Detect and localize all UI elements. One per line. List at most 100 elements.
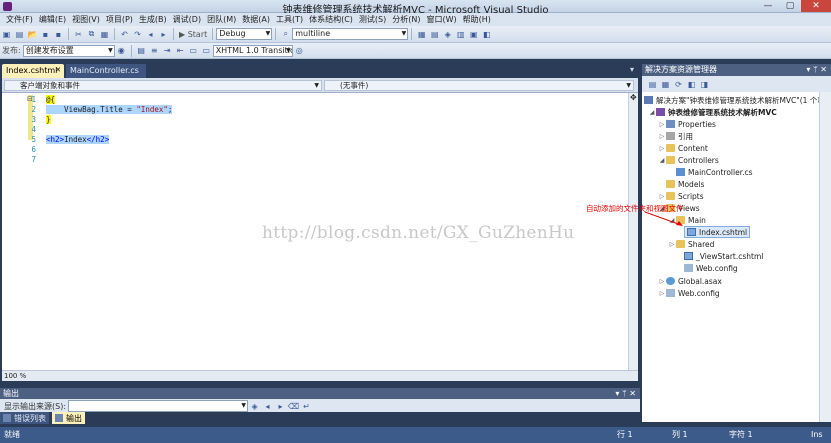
tree-node-references[interactable]: ▷ 引用	[658, 130, 693, 142]
menu-test[interactable]: 测试(S)	[356, 14, 389, 25]
expand-arrow-icon[interactable]: ▷	[658, 290, 666, 297]
extension-manager-icon[interactable]: ◧	[481, 29, 492, 40]
tree-node-index-cshtml[interactable]: Index.cshtml	[684, 226, 751, 238]
find-message-icon[interactable]: ◈	[249, 401, 260, 412]
tree-node-content[interactable]: ▷ Content	[658, 142, 708, 154]
paste-icon[interactable]: ▦	[99, 29, 110, 40]
tab-index-cshtml[interactable]: Index.cshtml ✕	[2, 64, 64, 78]
tree-node-global-asax[interactable]: ▷ Global.asax	[658, 275, 722, 287]
menu-data[interactable]: 数据(A)	[239, 14, 273, 25]
tree-node-webconfig[interactable]: ▷ Web.config	[658, 287, 720, 299]
menu-architecture[interactable]: 体系结构(C)	[306, 14, 356, 25]
menu-view[interactable]: 视图(V)	[69, 14, 103, 25]
toolbox-icon[interactable]: ▥	[455, 29, 466, 40]
tree-node-project[interactable]: ◢ 钟表维修管理系统技术解析MVC	[648, 106, 777, 118]
tab-error-list[interactable]: 错误列表	[0, 412, 49, 424]
menu-team[interactable]: 团队(M)	[204, 14, 239, 25]
editor-vertical-scrollbar[interactable]: ✥	[628, 93, 638, 370]
maximize-button[interactable]: ▢	[779, 0, 801, 12]
events-combo[interactable]: (无事件) ▼	[324, 80, 634, 91]
outdent-icon[interactable]: ⇤	[175, 45, 186, 56]
menu-build[interactable]: 生成(B)	[136, 14, 170, 25]
expand-arrow-icon[interactable]: ▷	[658, 133, 666, 140]
view-class-diagram-icon[interactable]: ◨	[699, 79, 710, 90]
tree-node-scripts[interactable]: ▷ Scripts	[658, 190, 704, 202]
editor-horizontal-scrollbar[interactable]: 100 %	[2, 370, 638, 381]
tree-node-shared[interactable]: ▷ Shared	[668, 238, 715, 250]
navigate-forward-icon[interactable]: ▸	[158, 29, 169, 40]
word-wrap-icon[interactable]: ↵	[301, 401, 312, 412]
previous-message-icon[interactable]: ◂	[262, 401, 273, 412]
clear-all-icon[interactable]: ⌫	[288, 401, 299, 412]
comment-icon[interactable]: ▭	[188, 45, 199, 56]
navigate-back-icon[interactable]: ◂	[145, 29, 156, 40]
object-browser-icon[interactable]: ◈	[442, 29, 453, 40]
refresh-icon[interactable]: ⟳	[673, 79, 684, 90]
close-button[interactable]: ✕	[801, 0, 831, 12]
expand-arrow-icon[interactable]: ▷	[658, 193, 666, 200]
tree-node-views-webconfig[interactable]: Web.config	[684, 262, 738, 274]
configuration-combo[interactable]: Debug ▼	[216, 28, 273, 40]
copy-icon[interactable]: ⧉	[86, 29, 97, 40]
client-objects-combo[interactable]: 客户端对象和事件 ▼	[4, 80, 322, 91]
panel-controls-icon[interactable]: ▾ ᛘ ✕	[615, 388, 636, 399]
undo-icon[interactable]: ↶	[119, 29, 130, 40]
menu-debug[interactable]: 调试(D)	[170, 14, 204, 25]
redo-icon[interactable]: ↷	[132, 29, 143, 40]
start-button[interactable]: ▶ Start	[179, 30, 207, 39]
expand-arrow-icon[interactable]: ▷	[658, 278, 666, 285]
split-icon[interactable]: ✥	[630, 93, 637, 102]
publish-web-icon[interactable]: ◉	[116, 45, 127, 56]
zoom-level[interactable]: 100 %	[4, 371, 26, 381]
properties-icon[interactable]: ▤	[647, 79, 658, 90]
open-file-icon[interactable]: 📂	[27, 29, 38, 40]
menu-help[interactable]: 帮助(H)	[460, 14, 494, 25]
tab-maincontroller-cs[interactable]: MainController.cs	[66, 64, 146, 78]
menu-project[interactable]: 项目(P)	[103, 14, 136, 25]
menu-file[interactable]: 文件(F)	[3, 14, 36, 25]
solution-explorer-scrollbar[interactable]	[819, 92, 831, 422]
view-designer-icon[interactable]: ◧	[686, 79, 697, 90]
minimize-button[interactable]: —	[757, 0, 779, 12]
format-icon[interactable]: ▤	[136, 45, 147, 56]
collapse-arrow-icon[interactable]: ◢	[658, 157, 666, 164]
cut-icon[interactable]: ✂	[73, 29, 84, 40]
tree-node-controllers[interactable]: ◢ Controllers	[658, 154, 719, 166]
show-all-files-icon[interactable]: ▦	[660, 79, 671, 90]
start-page-icon[interactable]: ▣	[468, 29, 479, 40]
find-in-files-icon[interactable]: ⌕	[280, 29, 291, 40]
menu-window[interactable]: 窗口(W)	[423, 14, 459, 25]
new-project-icon[interactable]: ▣	[1, 29, 12, 40]
doctype-combo[interactable]: XHTML 1.0 Transitic ▼	[212, 44, 293, 57]
save-all-icon[interactable]: ▪	[53, 29, 64, 40]
menu-edit[interactable]: 编辑(E)	[36, 14, 69, 25]
uncomment-icon[interactable]: ▭	[201, 45, 212, 56]
next-message-icon[interactable]: ▸	[275, 401, 286, 412]
panel-controls-icon[interactable]: ▾ ᛘ ✕	[806, 64, 827, 76]
properties-window-icon[interactable]: ▤	[429, 29, 440, 40]
check-accessibility-icon[interactable]: ◎	[294, 45, 305, 56]
solution-tree[interactable]: 解决方案"钟表维修管理系统技术解析MVC"(1 个项目) ◢ 钟表维修管理系统技术…	[642, 92, 819, 422]
tree-node-viewstart[interactable]: _ViewStart.cshtml	[684, 250, 763, 262]
tab-overflow-icon[interactable]: ▾	[630, 65, 634, 74]
solution-explorer-icon[interactable]: ▦	[416, 29, 427, 40]
close-icon[interactable]: ✕	[55, 66, 61, 74]
find-combo[interactable]: multiline ▼	[292, 28, 409, 40]
tree-node-properties[interactable]: ▷ Properties	[658, 118, 716, 130]
tree-node-maincontroller[interactable]: MainController.cs	[676, 166, 753, 178]
indent-icon[interactable]: ⇥	[162, 45, 173, 56]
menu-tools[interactable]: 工具(T)	[273, 14, 306, 25]
collapse-arrow-icon[interactable]: ◢	[648, 109, 656, 116]
tab-output[interactable]: 输出	[52, 412, 85, 424]
tree-node-solution[interactable]: 解决方案"钟表维修管理系统技术解析MVC"(1 个项目)	[644, 94, 819, 106]
output-source-combo[interactable]: ▼	[68, 400, 249, 412]
expand-arrow-icon[interactable]: ▷	[658, 121, 666, 128]
expand-arrow-icon[interactable]: ▷	[658, 145, 666, 152]
align-icon[interactable]: ≡	[149, 45, 160, 56]
publish-profile-combo[interactable]: 创建发布设置 ▼	[22, 44, 115, 57]
add-item-icon[interactable]: ▤	[14, 29, 25, 40]
save-icon[interactable]: ▪	[40, 29, 51, 40]
expand-arrow-icon[interactable]: ▷	[668, 241, 676, 248]
menu-analyze[interactable]: 分析(N)	[389, 14, 423, 25]
tree-node-models[interactable]: Models	[666, 178, 704, 190]
